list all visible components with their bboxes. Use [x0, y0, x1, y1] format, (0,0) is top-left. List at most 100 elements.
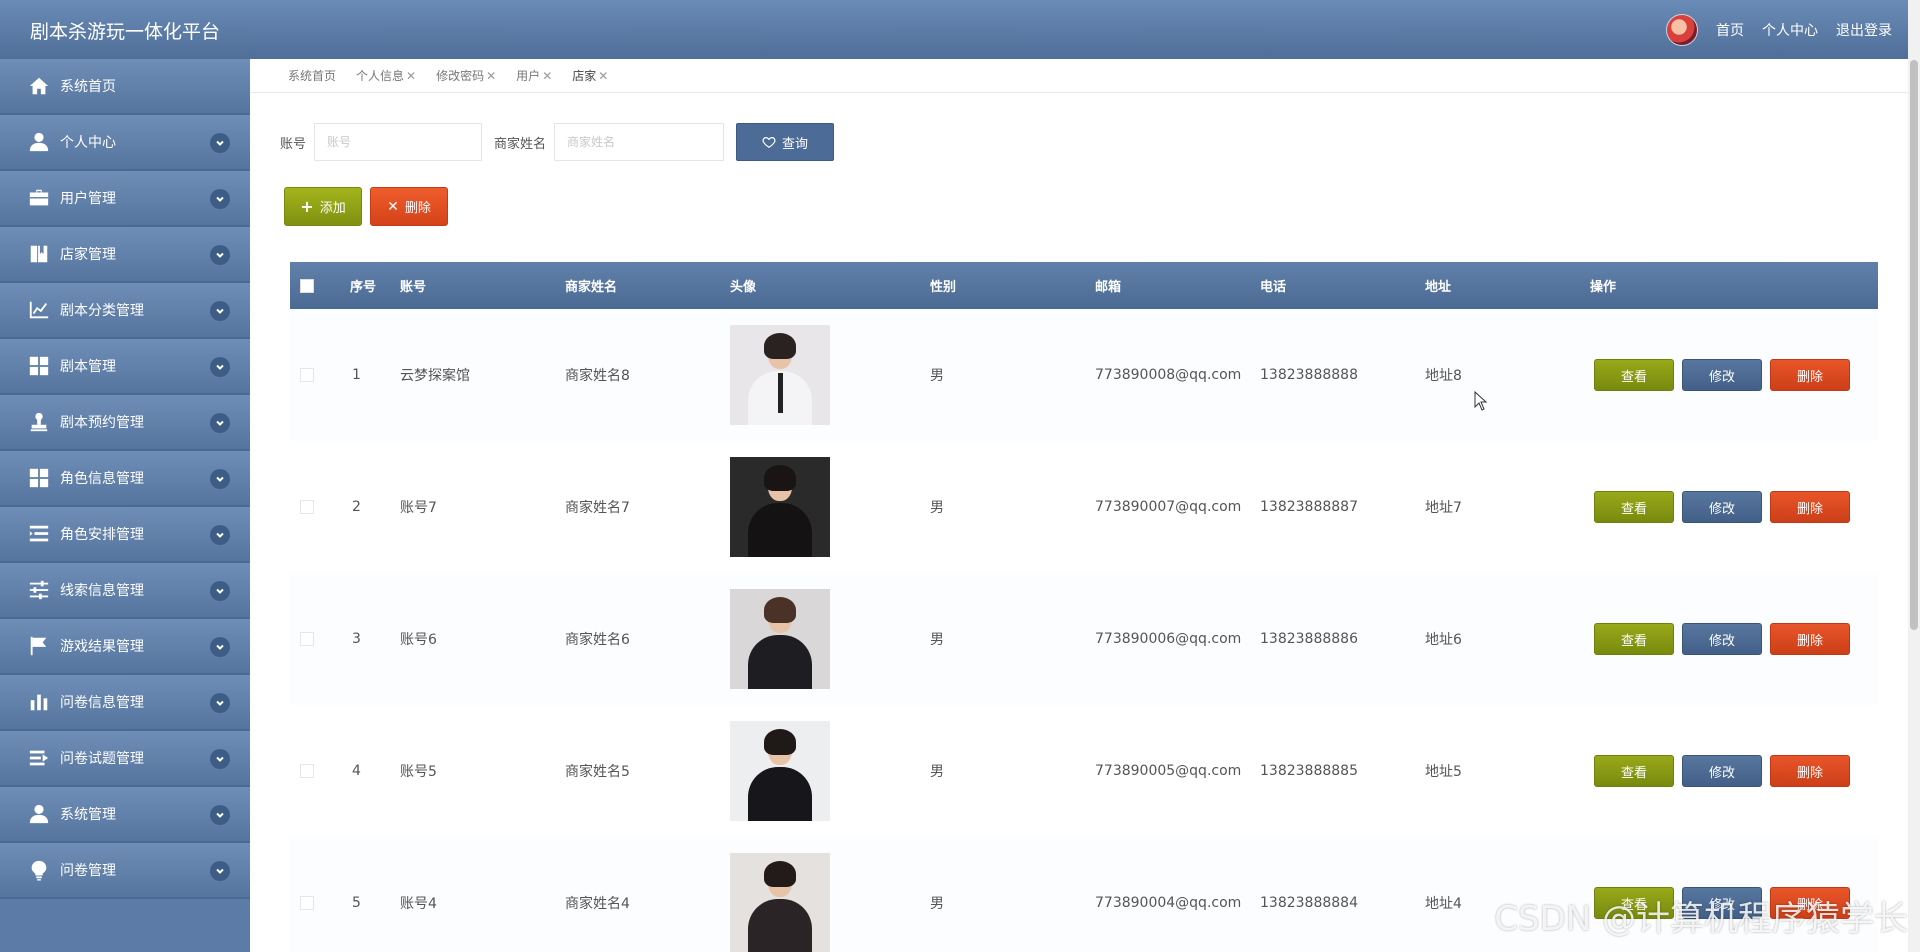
sidebar-item-label: 问卷试题管理	[60, 751, 144, 767]
table-row: 3 账号6 商家姓名6 男 773890006@qq.com 13823888886 地址6…	[290, 573, 1878, 705]
header-merchant-name: 商家姓名	[565, 280, 618, 295]
scrollbar-thumb[interactable]	[1910, 60, 1918, 630]
sidebar-item-14[interactable]: 问卷管理	[0, 843, 250, 899]
sidebar-item-label: 游戏结果管理	[60, 639, 144, 655]
sidebar-item-1[interactable]: 个人中心	[0, 115, 250, 171]
sidebar-item-label: 系统管理	[60, 807, 116, 823]
chevron-down-icon[interactable]	[210, 861, 230, 881]
tab-3[interactable]: 用户 ✕	[516, 67, 552, 84]
sidebar-item-4[interactable]: 剧本分类管理	[0, 283, 250, 339]
chevron-down-icon[interactable]	[210, 693, 230, 713]
sidebar-item-8[interactable]: 角色安排管理	[0, 507, 250, 563]
stamp-icon	[28, 411, 50, 433]
page-scrollbar[interactable]	[1908, 0, 1920, 952]
sidebar-item-5[interactable]: 剧本管理	[0, 339, 250, 395]
tab-0[interactable]: 系统首页	[288, 67, 336, 84]
sidebar-item-9[interactable]: 线索信息管理	[0, 563, 250, 619]
edit-button[interactable]: 修改	[1682, 755, 1762, 787]
cell-gender: 男	[930, 632, 944, 648]
cell-address: 地址6	[1425, 632, 1462, 648]
watermark: CSDN @计算机程序猿学长	[1494, 899, 1908, 939]
sidebar-item-6[interactable]: 剧本预约管理	[0, 395, 250, 451]
select-all-checkbox[interactable]	[300, 278, 314, 293]
chevron-down-icon[interactable]	[210, 189, 230, 209]
tab-4[interactable]: 店家 ✕	[572, 67, 608, 84]
book-icon	[28, 243, 50, 265]
logout-link[interactable]: 退出登录	[1836, 20, 1892, 40]
sidebar-item-label: 剧本预约管理	[60, 415, 144, 431]
chevron-down-icon[interactable]	[210, 245, 230, 265]
chevron-down-icon[interactable]	[210, 133, 230, 153]
profile-link[interactable]: 个人中心	[1762, 20, 1818, 40]
query-button[interactable]: 查询	[736, 123, 835, 161]
chevron-down-icon[interactable]	[210, 637, 230, 657]
bulk-delete-label: 删除	[404, 201, 431, 216]
sidebar: 系统首页 个人中心 用户管理 店家管理剧本分类管理剧本管理剧本预约管理角色信息管理 角色…	[0, 59, 250, 952]
chevron-down-icon[interactable]	[210, 581, 230, 601]
cell-no: 4	[352, 763, 361, 779]
user-icon	[28, 803, 50, 825]
tab-label: 店家	[572, 69, 597, 83]
edit-button[interactable]: 修改	[1682, 623, 1762, 655]
sidebar-item-13[interactable]: 系统管理	[0, 787, 250, 843]
close-icon[interactable]: ✕	[598, 69, 608, 83]
row-checkbox[interactable]	[300, 764, 314, 778]
merchant-name-input[interactable]	[554, 123, 725, 161]
chevron-down-icon[interactable]	[210, 357, 230, 377]
cell-address: 地址8	[1425, 368, 1462, 384]
row-checkbox[interactable]	[300, 500, 314, 514]
sidebar-item-0[interactable]: 系统首页	[0, 59, 250, 115]
view-button[interactable]: 查看	[1594, 359, 1674, 391]
sidebar-item-label: 剧本分类管理	[60, 303, 144, 319]
row-checkbox[interactable]	[300, 896, 314, 910]
add-button[interactable]: + 添加	[284, 187, 362, 226]
cell-merchant-name: 商家姓名8	[565, 368, 630, 384]
header-phone: 电话	[1260, 280, 1287, 295]
chevron-down-icon[interactable]	[210, 469, 230, 489]
close-icon[interactable]: ✕	[486, 69, 496, 83]
chevron-down-icon[interactable]	[210, 525, 230, 545]
merchant-avatar	[730, 457, 830, 557]
close-icon[interactable]: ✕	[542, 69, 552, 83]
sidebar-item-11[interactable]: 问卷信息管理	[0, 675, 250, 731]
row-checkbox[interactable]	[300, 368, 314, 382]
edit-button[interactable]: 修改	[1682, 359, 1762, 391]
table-row: 1 云梦探案馆 商家姓名8 男 773890008@qq.com 13823888888 地…	[290, 309, 1878, 441]
bulk-delete-button[interactable]: ✕ 删除	[370, 187, 448, 226]
view-button[interactable]: 查看	[1594, 623, 1674, 655]
sidebar-item-label: 线索信息管理	[60, 583, 144, 599]
view-button[interactable]: 查看	[1594, 491, 1674, 523]
delete-button[interactable]: 删除	[1770, 755, 1850, 787]
cell-gender: 男	[930, 764, 944, 780]
delete-button[interactable]: 删除	[1770, 623, 1850, 655]
view-button[interactable]: 查看	[1594, 755, 1674, 787]
line-chart-icon	[28, 299, 50, 321]
chevron-down-icon[interactable]	[210, 749, 230, 769]
sidebar-item-12[interactable]: 问卷试题管理	[0, 731, 250, 787]
sidebar-item-10[interactable]: 游戏结果管理	[0, 619, 250, 675]
sidebar-item-7[interactable]: 角色信息管理	[0, 451, 250, 507]
tab-1[interactable]: 个人信息 ✕	[356, 67, 416, 84]
chevron-down-icon[interactable]	[210, 413, 230, 433]
avatar[interactable]	[1666, 14, 1698, 46]
delete-button[interactable]: 删除	[1770, 359, 1850, 391]
edit-button[interactable]: 修改	[1682, 491, 1762, 523]
tab-2[interactable]: 修改密码 ✕	[436, 67, 496, 84]
cell-merchant-name: 商家姓名5	[565, 764, 630, 780]
cell-merchant-name: 商家姓名6	[565, 632, 630, 648]
header-account: 账号	[400, 280, 427, 295]
chevron-down-icon[interactable]	[210, 301, 230, 321]
account-input[interactable]	[314, 123, 483, 161]
sidebar-item-2[interactable]: 用户管理	[0, 171, 250, 227]
plus-icon: +	[300, 197, 314, 216]
sidebar-item-3[interactable]: 店家管理	[0, 227, 250, 283]
delete-button[interactable]: 删除	[1770, 491, 1850, 523]
header-actions: 操作	[1590, 280, 1617, 295]
merchant-avatar	[730, 853, 830, 952]
table-header: 序号 账号 商家姓名 头像 性别 邮箱 电话 地址 操作	[290, 262, 1878, 309]
home-link[interactable]: 首页	[1716, 20, 1744, 40]
chevron-down-icon[interactable]	[210, 805, 230, 825]
merchant-avatar	[730, 721, 830, 821]
close-icon[interactable]: ✕	[406, 69, 416, 83]
row-checkbox[interactable]	[300, 632, 314, 646]
